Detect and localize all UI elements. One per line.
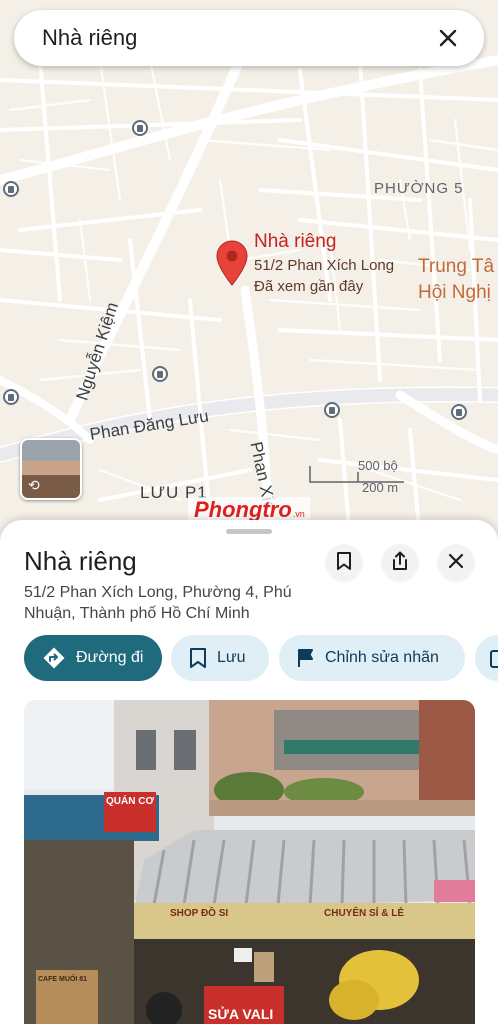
poi-name-line2[interactable]: Hội Nghị xyxy=(418,282,491,304)
photo-sign-shop3: CHUYÊN SỈ & LẺ xyxy=(324,908,405,919)
place-label-name[interactable]: Nhà riêng xyxy=(254,231,336,253)
place-label-note: Đã xem gần đây xyxy=(254,278,364,295)
place-address: 51/2 Phan Xích Long, Phường 4, Phú Nhuận… xyxy=(24,584,292,622)
place-details-sheet[interactable]: Nhà riêng 51/2 Phan Xích Long, Phường 4,… xyxy=(0,520,498,1024)
district-label: PHƯỜNG 5 xyxy=(374,180,464,197)
bus-stop-icon[interactable] xyxy=(3,181,19,197)
scale-meters: 200 m xyxy=(362,480,399,495)
edit-label-text: Chỉnh sửa nhãn xyxy=(325,649,439,666)
edit-label-chip[interactable]: Chỉnh sửa nhãn xyxy=(279,635,465,681)
place-label-address: 51/2 Phan Xích Long xyxy=(254,257,395,274)
directions-icon xyxy=(42,646,66,670)
share-icon xyxy=(391,551,409,576)
share-button[interactable] xyxy=(381,544,419,582)
rotate-360-icon: ⟲ xyxy=(28,477,40,493)
save-bookmark-button[interactable] xyxy=(325,544,363,582)
place-photo[interactable]: QUÁN CƠ SHOP ĐỒ SI CHUYÊN SỈ & LẺ SỬA VA… xyxy=(24,700,475,1024)
more-chip[interactable] xyxy=(475,635,498,681)
save-chip[interactable]: Lưu xyxy=(171,635,269,681)
place-pin-icon[interactable] xyxy=(216,240,248,291)
photo-sign-shop4: SỬA VALI xyxy=(208,1006,274,1022)
directions-button[interactable]: Đường đi xyxy=(24,635,162,681)
photo-sign-shop2: SHOP ĐỒ SI xyxy=(170,908,229,919)
close-sheet-button[interactable] xyxy=(437,544,475,582)
bookmark-icon xyxy=(336,551,352,576)
bus-stop-icon[interactable] xyxy=(132,120,148,136)
map-view[interactable]: Nhà riêng PHƯỜNG 5 LƯU P1 Nguyễn Kiệm Ph… xyxy=(0,0,498,540)
street-photo-image xyxy=(24,700,475,1024)
search-bar[interactable]: Nhà riêng xyxy=(14,10,484,66)
action-chips: Đường đi Lưu Chỉnh sửa nhãn xyxy=(24,635,498,681)
directions-label: Đường đi xyxy=(76,649,144,666)
watermark-sub: .vn xyxy=(292,509,305,519)
poi-name-line1[interactable]: Trung Tâ xyxy=(418,256,494,278)
place-title: Nhà riêng xyxy=(24,546,137,576)
flag-icon xyxy=(297,648,315,668)
bus-stop-icon[interactable] xyxy=(152,366,168,382)
scale-feet: 500 bộ xyxy=(358,458,398,473)
bus-stop-icon[interactable] xyxy=(3,389,19,405)
save-label: Lưu xyxy=(217,649,246,666)
photo-sign-shop1: QUÁN CƠ xyxy=(106,796,154,807)
bus-stop-icon[interactable] xyxy=(324,402,340,418)
close-icon[interactable] xyxy=(434,24,462,52)
bus-stop-icon[interactable] xyxy=(451,404,467,420)
more-chip-icon xyxy=(489,647,498,669)
search-query[interactable]: Nhà riêng xyxy=(42,25,434,51)
street-view-thumbnail[interactable]: ⟲ xyxy=(20,438,82,500)
photo-sign-shop5: CAFE MUỐI 81 xyxy=(38,976,88,983)
drag-handle[interactable] xyxy=(226,529,272,534)
bookmark-icon xyxy=(189,647,207,669)
close-icon xyxy=(448,553,464,574)
